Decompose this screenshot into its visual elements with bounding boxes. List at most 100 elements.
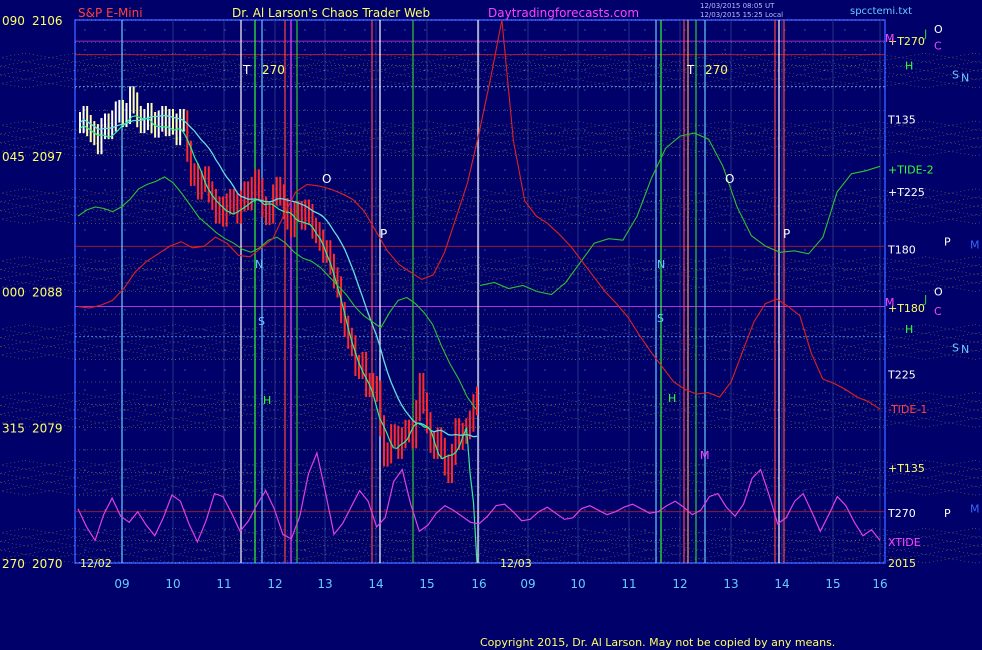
grid-dot: [264, 149, 266, 151]
grid-dot: [504, 309, 506, 311]
grid-dot: [364, 489, 366, 491]
grid-dot: [344, 189, 346, 191]
grid-dot: [804, 309, 806, 311]
grid-dot: [724, 429, 726, 431]
grid-dot: [744, 89, 746, 91]
grid-dot: [164, 69, 166, 71]
grid-dot: [744, 69, 746, 71]
grid-dot: [484, 269, 486, 271]
grid-dot: [244, 109, 246, 111]
grid-dot: [504, 29, 506, 31]
grid-dot: [744, 449, 746, 451]
grid-dot: [744, 309, 746, 311]
grid-dot: [84, 469, 86, 471]
grid-dot: [644, 229, 646, 231]
grid-dot: [764, 209, 766, 211]
grid-dot: [724, 269, 726, 271]
grid-dot: [104, 69, 106, 71]
grid-dot: [304, 509, 306, 511]
grid-dot: [224, 369, 226, 371]
grid-dot: [324, 469, 326, 471]
grid-dot: [104, 109, 106, 111]
grid-dot: [464, 489, 466, 491]
grid-dot: [824, 369, 826, 371]
grid-dot: [644, 29, 646, 31]
grid-dot: [584, 209, 586, 211]
grid-dot: [724, 189, 726, 191]
grid-dot: [364, 109, 366, 111]
grid-dot: [404, 229, 406, 231]
grid-dot: [164, 409, 166, 411]
grid-dot: [764, 89, 766, 91]
grid-dot: [444, 209, 446, 211]
site-link[interactable]: Daytradingforecasts.com: [488, 6, 639, 20]
grid-dot: [224, 29, 226, 31]
grid-dot: [364, 309, 366, 311]
grid-dot: [184, 49, 186, 51]
grid-dot: [484, 469, 486, 471]
grid-dot: [564, 169, 566, 171]
grid-dot: [424, 329, 426, 331]
grid-dot: [664, 409, 666, 411]
grid-dot: [524, 289, 526, 291]
grid-dot: [424, 249, 426, 251]
grid-dot: [824, 529, 826, 531]
grid-dot: [424, 469, 426, 471]
y-tick-angle: 045: [2, 150, 25, 164]
grid-dot: [604, 429, 606, 431]
grid-dot: [124, 29, 126, 31]
annotation-O-day1: O: [322, 172, 331, 186]
grid-dot: [204, 149, 206, 151]
grid-dot: [544, 369, 546, 371]
grid-dot: [844, 129, 846, 131]
grid-dot: [504, 109, 506, 111]
grid-dot: [424, 429, 426, 431]
grid-dot: [424, 209, 426, 211]
grid-dot: [664, 49, 666, 51]
grid-dot: [344, 349, 346, 351]
grid-dot: [664, 129, 666, 131]
grid-dot: [764, 249, 766, 251]
grid-dot: [384, 149, 386, 151]
annotation-M-day2: M: [700, 449, 710, 462]
grid-dot: [804, 69, 806, 71]
grid-dot: [164, 49, 166, 51]
grid-dot: [484, 89, 486, 91]
grid-dot: [384, 29, 386, 31]
grid-dot: [444, 509, 446, 511]
grid-dot: [824, 169, 826, 171]
grid-dot: [124, 409, 126, 411]
grid-dot: [464, 129, 466, 131]
grid-dot: [344, 409, 346, 411]
grid-dot: [484, 429, 486, 431]
grid-dot: [844, 529, 846, 531]
grid-dot: [244, 509, 246, 511]
grid-dot: [624, 529, 626, 531]
grid-dot: [464, 229, 466, 231]
grid-dot: [424, 69, 426, 71]
grid-dot: [744, 409, 746, 411]
grid-dot: [524, 369, 526, 371]
grid-dot: [324, 309, 326, 311]
grid-dot: [524, 29, 526, 31]
grid-dot: [324, 149, 326, 151]
grid-dot: [824, 269, 826, 271]
grid-dot: [724, 249, 726, 251]
side-letter: S: [952, 341, 959, 354]
grid-dot: [104, 29, 106, 31]
grid-dot: [444, 49, 446, 51]
grid-dot: [824, 329, 826, 331]
grid-dot: [304, 329, 306, 331]
grid-dot: [144, 49, 146, 51]
symbol-label: S&P E-Mini: [78, 6, 143, 20]
x-tick-day1: 09: [114, 577, 129, 591]
grid-dot: [464, 549, 466, 551]
grid-dot: [184, 249, 186, 251]
grid-dot: [324, 529, 326, 531]
grid-dot: [324, 169, 326, 171]
grid-dot: [504, 509, 506, 511]
grid-dot: [324, 29, 326, 31]
grid-dot: [384, 109, 386, 111]
right-level-label: +T135: [888, 462, 925, 475]
grid-dot: [824, 209, 826, 211]
